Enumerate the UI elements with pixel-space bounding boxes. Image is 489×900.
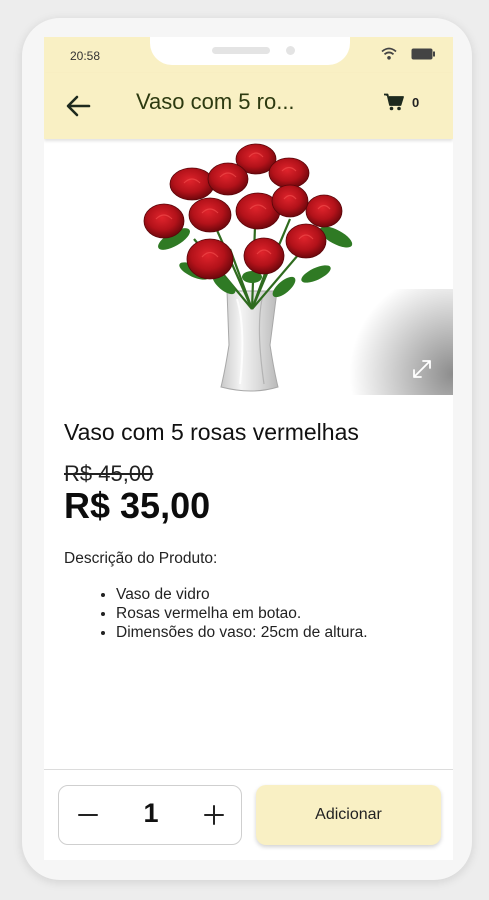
quantity-stepper: 1 [58,785,242,845]
description-label: Descrição do Produto: [64,550,218,567]
increase-quantity-button[interactable] [203,804,225,826]
status-icons [381,47,435,60]
current-price: R$ 35,00 [64,485,211,526]
back-button[interactable] [62,91,96,121]
description-item: Vaso de vidro [116,585,368,604]
description-list: Vaso de vidro Rosas vermelha em botao. D… [64,585,368,642]
arrow-left-icon [66,95,91,117]
quantity-value[interactable]: 1 [129,798,173,829]
shopping-cart-icon [384,93,404,111]
app-bar: Vaso com 5 ro... 0 [44,73,453,139]
camera-notch [150,37,350,65]
wifi-icon [381,47,397,60]
add-to-cart-button[interactable]: Adicionar [256,785,441,845]
product-image-area [44,139,453,395]
expand-icon [413,360,431,378]
app-screen: 20:58 Vaso com 5 ro... 0 Vaso com 5 rosa… [44,37,453,860]
status-time: 20:58 [70,49,101,63]
fullscreen-button[interactable] [410,357,434,381]
product-title: Vaso com 5 rosas vermelhas [64,419,359,445]
camera-dot [286,46,295,55]
expand-gradient [344,289,453,395]
description-item: Dimensões do vaso: 25cm de altura. [116,623,368,642]
old-price: R$ 45,00 [64,461,154,486]
speaker-bar [212,47,270,54]
description-item: Rosas vermelha em botao. [116,604,368,623]
page-title: Vaso com 5 ro... [136,89,295,114]
battery-icon [411,48,435,59]
cart-button[interactable]: 0 [384,93,419,111]
bottom-divider [44,769,453,770]
minus-icon [78,814,98,816]
status-bar: 20:58 [44,37,453,73]
decrease-quantity-button[interactable] [77,804,99,826]
cart-count-badge: 0 [412,94,420,110]
plus-icon [204,805,224,825]
